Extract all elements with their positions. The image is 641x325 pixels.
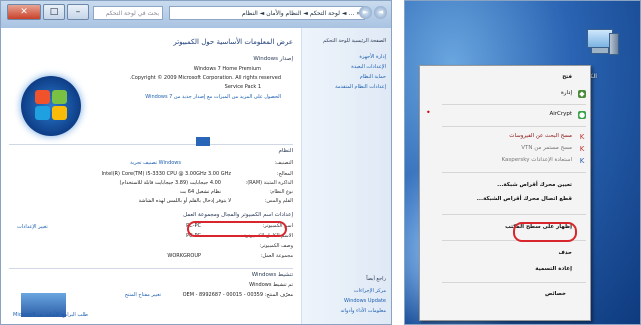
desktop: الكمبيوتر فتح ◆ إدارة ● AirCrypt • K مسح… bbox=[404, 0, 641, 325]
product-id: معرّف المنتج: 00359 - OEM - 8992687 - 00… bbox=[182, 292, 293, 298]
back-arrow-icon[interactable]: ◄ bbox=[374, 6, 387, 19]
search-input[interactable]: بحث في لوحة التحكم bbox=[93, 6, 163, 20]
sidebar: الصفحة الرئيسية للوحة التحكم إدارة الأجه… bbox=[301, 28, 391, 324]
title-bar: ✕ □ – بحث في لوحة التحكم « … ◄ لوحة التح… bbox=[1, 1, 391, 28]
menu-item-aircrypt[interactable]: AirCrypt bbox=[549, 111, 572, 117]
workgroup-label: مجموعة العمل: bbox=[260, 253, 293, 259]
minimize-button[interactable]: – bbox=[67, 4, 89, 20]
processor-value: Intel(R) Core(TM) i5-3330 CPU @ 3.00GHz … bbox=[101, 171, 231, 177]
pen-touch-label: القلم والمس: bbox=[264, 198, 293, 204]
properties-highlight bbox=[513, 222, 577, 242]
sidebar-item-remote[interactable]: الإعدادات البعيدة bbox=[351, 64, 386, 70]
menu-item-rename[interactable]: إعادة التسمية bbox=[535, 266, 572, 272]
close-button[interactable]: ✕ bbox=[7, 4, 41, 20]
system-header: النظام bbox=[278, 148, 293, 154]
kaspersky-icon: K bbox=[579, 157, 585, 165]
processor-label: المعالج: bbox=[276, 171, 293, 177]
upgrade-link[interactable]: الحصول على المزيد من الميزات مع إصدار جد… bbox=[145, 94, 281, 100]
activation-status: تم تنشيط Windows bbox=[249, 282, 293, 288]
menu-separator bbox=[442, 214, 586, 215]
memory-label: الذاكرة المثبتة (RAM): bbox=[245, 180, 293, 186]
pen-touch-value: لا يتوفر إدخال بالقلم أو باللمس لهذه الش… bbox=[138, 198, 231, 204]
menu-item-map-drive[interactable]: تعيين محرك أقراص شبكة... bbox=[497, 182, 572, 188]
nav-arrows: ► ◄ bbox=[359, 6, 387, 19]
shield-icon: ◆ bbox=[578, 90, 586, 98]
system-type-value: نظام تشغيل 64 بت bbox=[179, 189, 221, 195]
edition-name: Windows 7 Home Premium bbox=[193, 66, 261, 72]
menu-separator bbox=[442, 126, 586, 127]
workgroup-value: WORKGROUP bbox=[167, 253, 201, 259]
menu-item-vtn[interactable]: مسح مستمر من VTN bbox=[521, 145, 572, 151]
bullet-icon: • bbox=[426, 108, 431, 117]
rating-link[interactable]: Windows تصنيف تجربة bbox=[130, 160, 181, 166]
windows-logo-icon bbox=[21, 76, 81, 136]
sidebar-home[interactable]: الصفحة الرئيسية للوحة التحكم bbox=[323, 38, 386, 44]
copyright-text: Copyright © 2009 Microsoft Corporation. … bbox=[129, 75, 281, 81]
sidebar-item-device-manager[interactable]: إدارة الأجهزة bbox=[359, 54, 386, 60]
window-controls: ✕ □ – bbox=[7, 4, 89, 20]
activation-header: تنشيط Windows bbox=[251, 272, 293, 278]
sidebar-item-protection[interactable]: حماية النظام bbox=[360, 74, 386, 80]
system-type-label: نوع النظام: bbox=[269, 189, 293, 195]
scan-icon: K bbox=[579, 133, 585, 141]
menu-item-manage[interactable]: إدارة bbox=[561, 90, 572, 96]
service-pack: Service Pack 1 bbox=[224, 84, 261, 90]
computer-icon[interactable] bbox=[585, 29, 619, 57]
description-label: وصف الكمبيوتر: bbox=[259, 243, 293, 249]
menu-item-open[interactable]: فتح bbox=[562, 74, 572, 80]
main-content: عرض المعلومات الأساسية حول الكمبيوتر إصد… bbox=[1, 28, 301, 324]
change-settings-link[interactable]: تغيير الإعدادات bbox=[17, 224, 48, 230]
computer-name-highlight bbox=[187, 221, 287, 237]
context-menu: فتح ◆ إدارة ● AirCrypt • K مسح البحث عن … bbox=[419, 65, 591, 321]
rating-badge bbox=[196, 137, 210, 146]
change-key-link[interactable]: تغيير مفتاح المنتج bbox=[125, 292, 161, 298]
aircrypt-icon: ● bbox=[578, 111, 586, 119]
rating-label: التصنيف: bbox=[274, 160, 293, 166]
divider bbox=[9, 268, 293, 269]
menu-item-delete[interactable]: حذف bbox=[558, 250, 572, 256]
menu-separator bbox=[442, 172, 586, 173]
menu-item-virus-scan[interactable]: مسح البحث عن الفيروسات bbox=[509, 133, 572, 139]
system-window: ✕ □ – بحث في لوحة التحكم « … ◄ لوحة التح… bbox=[0, 0, 392, 325]
address-bar[interactable]: « … ◄ لوحة التحكم ◄ النظام والأمان ◄ الن… bbox=[169, 6, 365, 20]
page-title: عرض المعلومات الأساسية حول الكمبيوتر bbox=[173, 38, 293, 46]
sidebar-item-windows-update[interactable]: Windows Update bbox=[344, 298, 386, 304]
see-also-header: راجع أيضاً bbox=[366, 276, 386, 282]
maximize-button[interactable]: □ bbox=[43, 4, 65, 20]
menu-item-properties[interactable]: خصائص bbox=[545, 291, 566, 297]
menu-item-disconnect-drive[interactable]: قطع اتصال محرك أقراص الشبكة... bbox=[477, 196, 572, 202]
menu-item-kaspersky[interactable]: استعادة الإعدادات Kaspersky bbox=[502, 157, 572, 163]
divider bbox=[9, 144, 293, 145]
genuine-link[interactable]: طلب البرامج الأصلية من Microsoft bbox=[13, 312, 88, 318]
vtn-icon: K bbox=[579, 145, 585, 153]
network-header: إعدادات اسم الكمبيوتر والمجال ومجموعة ال… bbox=[183, 212, 293, 218]
sidebar-item-action-center[interactable]: مركز الإجراءات bbox=[354, 288, 386, 294]
sidebar-item-advanced[interactable]: إعدادات النظام المتقدمة bbox=[335, 84, 386, 90]
menu-separator bbox=[442, 282, 586, 283]
edition-header: إصدار Windows bbox=[253, 56, 293, 62]
memory-value: 4.00 جيجابايت (3.89 جيجابايت قابلة للاست… bbox=[119, 180, 221, 186]
sidebar-item-performance[interactable]: معلومات الأداء وأدواته bbox=[340, 308, 386, 314]
forward-arrow-icon[interactable]: ► bbox=[359, 6, 372, 19]
menu-separator bbox=[442, 104, 586, 105]
